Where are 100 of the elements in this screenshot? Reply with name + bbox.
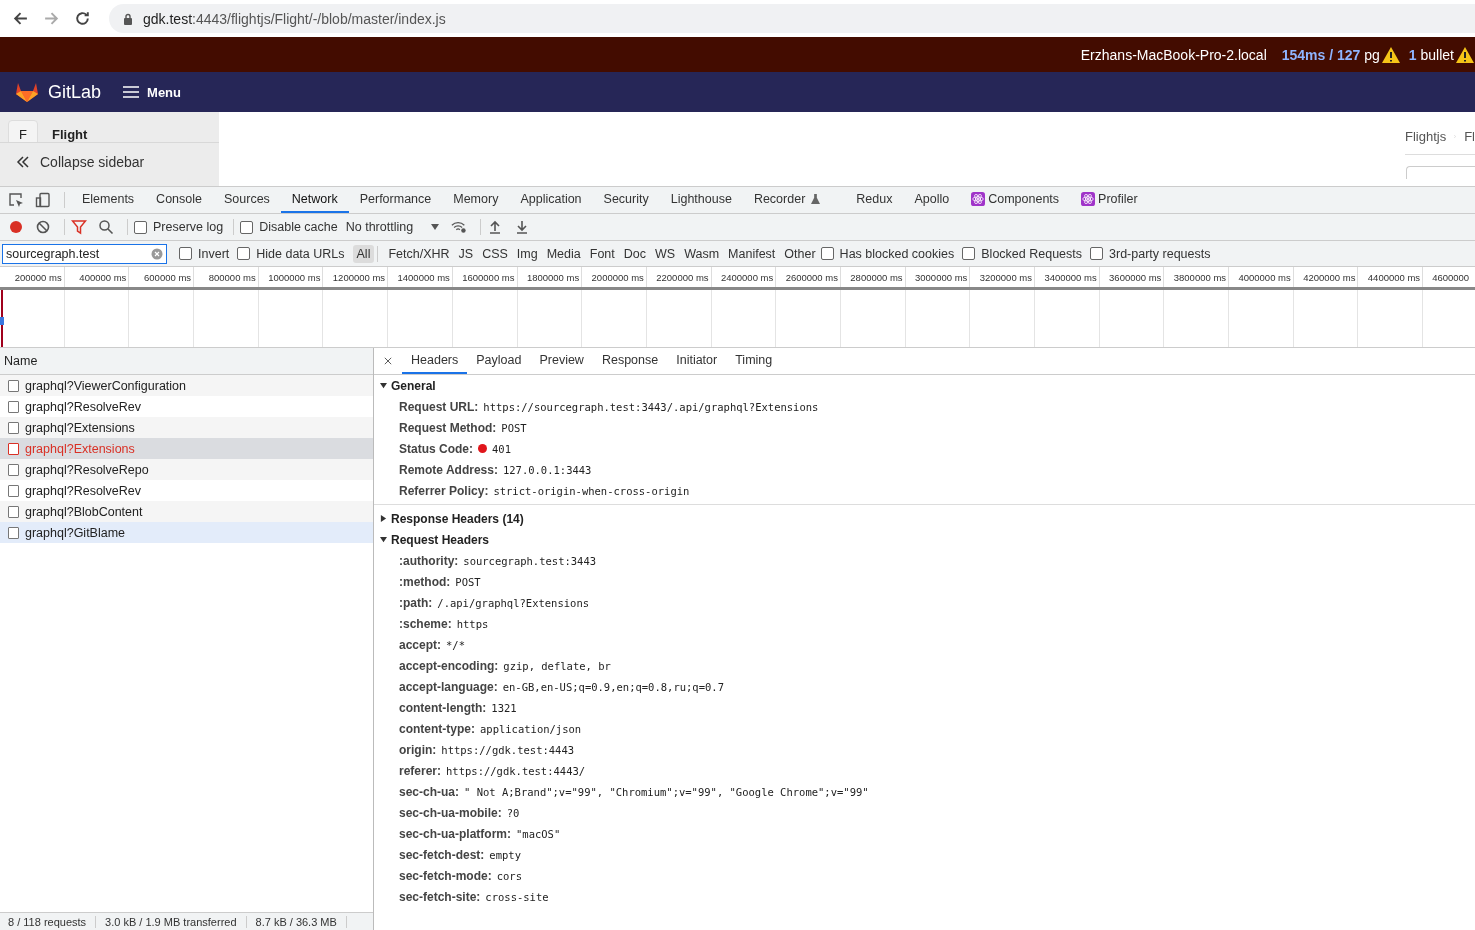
header-value: cross-site — [485, 890, 549, 903]
section-header[interactable]: Response Headers (14) — [374, 508, 524, 529]
header-value: 401 — [492, 442, 511, 455]
header-name: content-length: — [399, 700, 487, 715]
filter-option-checkbox[interactable]: 3rd-party requests — [1090, 246, 1211, 261]
header-name: accept-language: — [399, 679, 498, 694]
request-row[interactable]: graphql?BlobContent — [0, 501, 373, 522]
wifi-gear-icon[interactable] — [451, 219, 468, 235]
breadcrumb-link[interactable]: Flightjs — [1405, 129, 1447, 144]
detail-tab[interactable]: Response — [592, 348, 668, 374]
resource-type-filter[interactable]: WS — [651, 244, 680, 263]
preserve-log-checkbox[interactable]: Preserve log — [134, 220, 224, 234]
panel-tab[interactable]: Security — [592, 187, 660, 213]
resource-type-filter[interactable]: Fetch/XHR — [384, 244, 454, 263]
timeline-tick-label: 3400000 ms — [1044, 271, 1097, 283]
filter-option-checkbox[interactable]: Blocked Requests — [962, 246, 1083, 261]
filter-option-checkbox[interactable]: Has blocked cookies — [820, 246, 955, 261]
status-text: 8 / 118 requests — [8, 915, 97, 928]
close-icon[interactable] — [384, 357, 392, 365]
resource-type-filter[interactable]: CSS — [478, 244, 512, 263]
fox-logo-icon[interactable] — [15, 81, 39, 103]
header-value: https://sourcegraph.test:3443/.api/graphql?Extensions — [483, 400, 819, 413]
inspect-icon[interactable] — [8, 192, 24, 208]
resource-type-filter[interactable]: All — [352, 244, 375, 263]
request-row[interactable]: graphql?Extensions — [0, 417, 373, 438]
bullet-count[interactable]: 1 bullet — [1408, 46, 1454, 63]
search-icon[interactable] — [98, 219, 114, 235]
panel-tab[interactable]: Console — [145, 187, 213, 213]
header-value: "macOS" — [516, 827, 561, 840]
timeline-tick-label: 4600000 — [1432, 271, 1470, 283]
panel-tab[interactable]: Application — [509, 187, 593, 213]
header-name: Remote Address: — [399, 462, 498, 477]
timeline-tick-label: 800000 ms — [208, 271, 256, 283]
header-name: Status Code: — [399, 441, 473, 456]
filter-option-checkbox[interactable]: Invert — [179, 246, 230, 261]
request-row[interactable]: graphql?Extensions — [0, 438, 373, 459]
panel-tab[interactable]: Apollo — [903, 187, 961, 213]
panel-tab[interactable]: Lighthouse — [659, 187, 743, 213]
resource-type-filter[interactable]: Wasm — [680, 244, 724, 263]
panel-tab[interactable]: Recorder — [742, 187, 832, 213]
resource-type-filter[interactable]: Img — [512, 244, 542, 263]
resource-type-filter[interactable]: Doc — [619, 244, 650, 263]
column-header[interactable]: Name — [0, 348, 373, 375]
timeline-tick-label: 2400000 ms — [720, 271, 774, 283]
timeline-tick-label: 3200000 ms — [979, 271, 1032, 283]
record-icon[interactable] — [8, 219, 24, 235]
detail-tab[interactable]: Timing — [726, 348, 782, 374]
filter-field[interactable]: sourcegraph.test — [2, 243, 167, 264]
resource-type-filter[interactable]: Font — [585, 244, 619, 263]
detail-tab[interactable]: Headers — [402, 348, 468, 374]
resource-type-filter[interactable]: Manifest — [724, 244, 780, 263]
request-row[interactable]: graphql?ViewerConfiguration — [0, 375, 373, 396]
breadcrumb-link[interactable]: Fl — [1464, 129, 1475, 144]
detail-tab[interactable]: Initiator — [667, 348, 727, 374]
back-icon[interactable] — [12, 10, 29, 27]
status-text: 8.7 kB / 36.3 MB — [255, 915, 347, 928]
device-toolbar-icon[interactable] — [35, 192, 51, 208]
atom-icon — [1081, 192, 1096, 206]
triangle-down-icon — [380, 536, 387, 543]
request-row[interactable]: graphql?ResolveRepo — [0, 459, 373, 480]
panel-tab[interactable]: Redux — [845, 187, 904, 213]
performance-timing[interactable]: 154ms / 127 pg — [1281, 46, 1380, 63]
section-header[interactable]: Request Headers — [374, 529, 490, 550]
filter-icon[interactable] — [71, 219, 87, 235]
clear-field-icon[interactable] — [151, 247, 163, 260]
resource-type-filter[interactable]: Media — [542, 244, 585, 263]
resource-type-filter[interactable]: JS — [454, 244, 478, 263]
disable-cache-checkbox[interactable]: Disable cache — [240, 220, 338, 234]
resource-type-filter[interactable]: Other — [780, 244, 820, 263]
menu-button[interactable]: Menu — [123, 84, 181, 100]
header-name: accept: — [399, 637, 442, 652]
panel-tab[interactable]: Sources — [213, 187, 281, 213]
timeline-tick-label: 3600000 ms — [1109, 271, 1162, 283]
panel-tab[interactable]: Elements — [71, 187, 146, 213]
panel-tab[interactable]: Performance — [348, 187, 443, 213]
section-header[interactable]: General — [374, 375, 436, 396]
header-value: https://gdk.test:4443/ — [446, 764, 586, 777]
reload-icon[interactable] — [74, 10, 91, 27]
double-chevron-left-icon — [16, 156, 30, 168]
detail-tab[interactable]: Payload — [467, 348, 531, 374]
detail-tab[interactable]: Preview — [530, 348, 593, 374]
brand-name[interactable]: GitLab — [48, 81, 102, 103]
header-name: sec-ch-ua: — [399, 784, 460, 799]
panel-tab[interactable]: Memory — [442, 187, 510, 213]
header-value: https — [456, 617, 489, 630]
throttling-dropdown[interactable]: No throttling — [345, 220, 440, 234]
filter-option-checkbox[interactable]: Hide data URLs — [237, 246, 345, 261]
menu-icon — [123, 86, 140, 98]
header-value: 1321 — [491, 701, 517, 714]
status-text: 3.0 kB / 1.9 MB transferred — [105, 915, 247, 928]
address-bar[interactable]: gdk.test:4443/flightjs/Flight/-/blob/master/index.js — [109, 4, 1475, 33]
header-name: :authority: — [399, 553, 459, 568]
clear-icon[interactable] — [35, 219, 51, 235]
panel-tab[interactable]: Profiler — [1070, 187, 1149, 213]
collapse-sidebar-button[interactable]: Collapse sidebar — [0, 143, 219, 170]
input-field[interactable] — [1406, 166, 1475, 179]
request-row[interactable]: graphql?GitBlame — [0, 522, 373, 543]
timeline-tick-label: 4200000 ms — [1303, 271, 1356, 283]
panel-tab[interactable]: Components — [960, 187, 1071, 213]
project-name[interactable]: Flight — [52, 120, 88, 142]
